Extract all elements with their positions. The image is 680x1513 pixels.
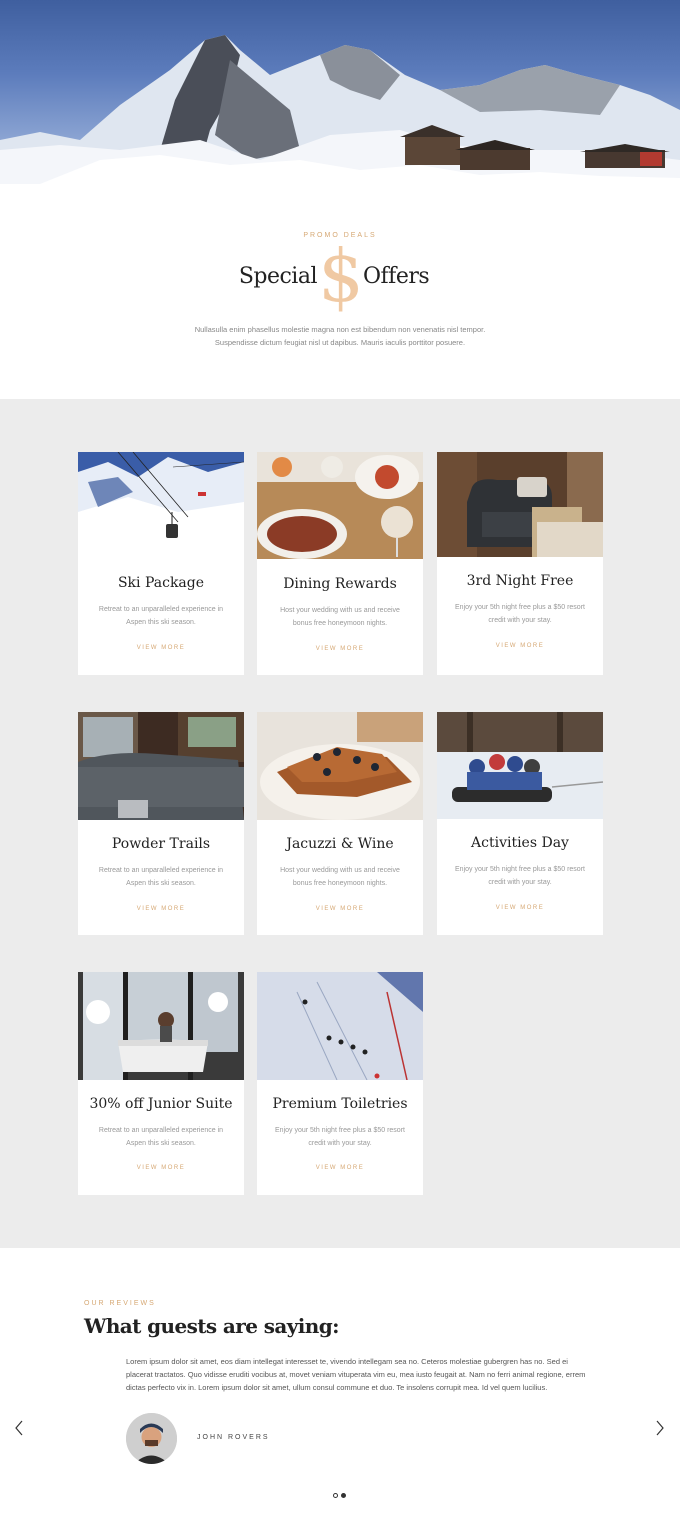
view-more-link[interactable]: VIEW MORE [78,645,244,651]
offer-description: Enjoy your 5th night free plus a $50 res… [455,866,585,886]
offer-title: 3rd Night Free [466,573,574,589]
review-text: Lorem ipsum dolor sit amet, eos diam int… [126,1357,586,1392]
offer-description: Enjoy your 5th night free plus a $50 res… [455,604,585,624]
view-more-link[interactable]: VIEW MORE [257,1165,423,1171]
offer-title: 30% off Junior Suite [89,1096,233,1112]
offer-card[interactable]: Ski Package Retreat to an unparalleled e… [78,452,244,675]
offer-card[interactable]: Jacuzzi & Wine Host your wedding with us… [257,712,423,935]
chevron-left-icon[interactable] [12,1418,26,1438]
offer-description: Host your wedding with us and receive bo… [280,867,400,887]
offer-title: Activities Day [471,835,569,851]
offer-description: Host your wedding with us and receive bo… [280,607,400,627]
reviewer-name: JOHN ROVERS [197,1434,270,1441]
view-more-link[interactable]: VIEW MORE [78,906,244,912]
offer-title: Dining Rewards [283,576,397,592]
dining-image [257,452,423,559]
offer-title: Powder Trails [111,836,211,852]
reviews-title: What guests are saying: [84,1314,339,1338]
ski-slope-image [257,972,423,1080]
ski-lift-image [78,452,244,557]
hero-banner [0,0,680,184]
dollar-icon: $ [318,234,364,318]
promo-title: Special $ Offers [0,238,680,314]
chevron-right-icon[interactable] [653,1418,667,1438]
offer-title: Jacuzzi & Wine [286,836,394,852]
promo-section: PROMO DEALS Special $ Offers Nullasulla … [0,184,680,399]
bathtub-image [78,972,244,1080]
lounge-sofa-image [78,712,244,820]
carousel-dots [333,1485,349,1503]
offer-title: Premium Toiletries [272,1096,408,1112]
lounge-chair-image [437,452,603,557]
sledding-image [437,712,603,819]
waffles-image [257,712,423,820]
offer-card[interactable]: 30% off Junior Suite Retreat to an unpar… [78,972,244,1195]
offer-title: Ski Package [117,575,205,591]
offer-description: Retreat to an unparalleled experience in… [98,1127,224,1147]
reviews-section: OUR REVIEWS What guests are saying: Lore… [0,1248,680,1513]
offer-card[interactable]: 3rd Night Free Enjoy your 5th night free… [437,452,603,675]
view-more-link[interactable]: VIEW MORE [257,646,423,652]
offer-description: Retreat to an unparalleled experience in… [98,606,224,626]
promo-title-left: Special [238,264,318,289]
offers-grid: Ski Package Retreat to an unparalleled e… [0,399,680,1248]
offer-card[interactable]: Premium Toiletries Enjoy your 5th night … [257,972,423,1195]
view-more-link[interactable]: VIEW MORE [437,905,603,911]
promo-title-right: Offers [363,264,430,289]
offer-description: Retreat to an unparalleled experience in… [98,867,224,887]
reviews-eyebrow: OUR REVIEWS [84,1300,156,1307]
view-more-link[interactable]: VIEW MORE [78,1165,244,1171]
offer-card[interactable]: Activities Day Enjoy your 5th night free… [437,712,603,935]
promo-description: Nullasulla enim phasellus molestie magna… [194,325,486,347]
avatar [126,1413,177,1464]
mountain-illustration [0,35,680,184]
view-more-link[interactable]: VIEW MORE [437,643,603,649]
offer-card[interactable]: Dining Rewards Host your wedding with us… [257,452,423,675]
carousel-dot[interactable] [333,1493,338,1498]
offer-card[interactable]: Powder Trails Retreat to an unparalleled… [78,712,244,935]
carousel-dot-active[interactable] [341,1493,346,1498]
offer-description: Enjoy your 5th night free plus a $50 res… [275,1127,405,1147]
reviewer-photo [126,1413,177,1464]
view-more-link[interactable]: VIEW MORE [257,906,423,912]
